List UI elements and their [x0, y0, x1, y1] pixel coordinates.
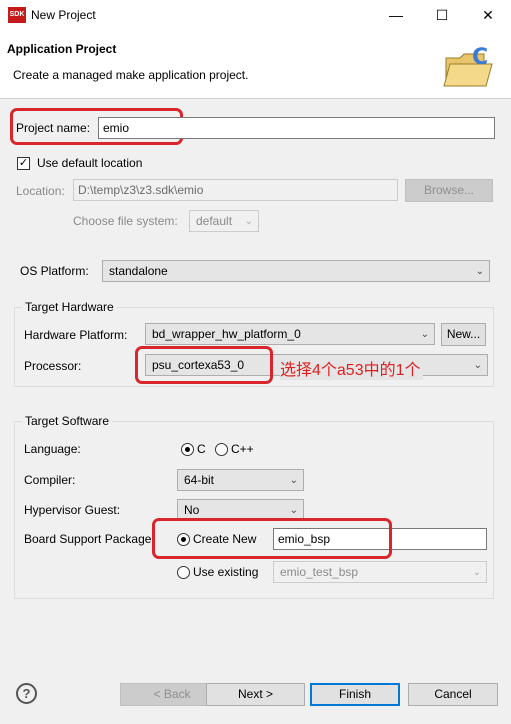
chevron-down-icon: ⌄ — [244, 216, 253, 227]
sdk-app-icon: SDK — [8, 7, 26, 23]
svg-text:C: C — [472, 45, 488, 70]
chevron-down-icon: ⌄ — [420, 329, 429, 340]
hypervisor-value: No — [184, 503, 200, 517]
os-platform-select[interactable]: standalone ⌄ — [102, 260, 490, 282]
hardware-platform-select[interactable]: bd_wrapper_hw_platform_0 ⌄ — [145, 323, 435, 345]
use-existing-bsp-radio[interactable] — [177, 566, 190, 579]
location-input[interactable]: D:\temp\z3\z3.sdk\emio — [73, 179, 398, 201]
next-button[interactable]: Next > — [206, 683, 305, 706]
language-cpp-radio[interactable] — [215, 443, 228, 456]
existing-bsp-select[interactable]: emio_test_bsp ⌄ — [273, 561, 487, 583]
finish-button[interactable]: Finish — [310, 683, 400, 706]
page-subtitle: Create a managed make application projec… — [13, 68, 249, 82]
c-project-folder-icon: C — [440, 40, 498, 92]
os-platform-label: OS Platform: — [20, 264, 89, 278]
language-label: Language: — [24, 442, 81, 456]
hypervisor-label: Hypervisor Guest: — [24, 503, 121, 517]
checkmark-icon: ✓ — [18, 157, 29, 169]
compiler-value: 64-bit — [184, 473, 215, 487]
language-c-label: C — [197, 442, 206, 456]
bsp-label: Board Support Package: — [24, 532, 155, 546]
language-c-radio[interactable] — [181, 443, 194, 456]
processor-label: Processor: — [24, 359, 82, 373]
language-cpp-label: C++ — [231, 442, 254, 456]
chevron-down-icon: ⌄ — [472, 567, 481, 578]
project-name-input[interactable]: emio — [98, 117, 495, 139]
compiler-select[interactable]: 64-bit ⌄ — [177, 469, 304, 491]
processor-annotation: 选择4个a53中的1个 — [280, 356, 423, 380]
maximize-button[interactable]: ☐ — [419, 0, 465, 31]
minimize-button[interactable]: — — [373, 0, 419, 31]
use-default-location-label: Use default location — [37, 156, 143, 170]
file-system-label: Choose file system: — [73, 214, 178, 228]
location-label: Location: — [16, 184, 65, 198]
chevron-down-icon: ⌄ — [473, 360, 482, 371]
chevron-down-icon: ⌄ — [289, 505, 298, 516]
chevron-down-icon: ⌄ — [289, 475, 298, 486]
file-system-value: default — [196, 214, 233, 228]
new-hardware-platform-button[interactable]: New... — [441, 323, 486, 346]
os-platform-value: standalone — [109, 264, 168, 278]
chevron-down-icon: ⌄ — [475, 266, 484, 277]
cancel-button[interactable]: Cancel — [408, 683, 498, 706]
hardware-platform-label: Hardware Platform: — [24, 328, 128, 342]
target-software-title: Target Software — [22, 414, 113, 428]
help-icon[interactable]: ? — [16, 683, 37, 704]
project-name-label: Project name: — [16, 121, 91, 135]
existing-bsp-value: emio_test_bsp — [280, 565, 359, 579]
close-button[interactable]: ✕ — [465, 0, 511, 31]
file-system-select[interactable]: default ⌄ — [189, 210, 259, 232]
hardware-platform-value: bd_wrapper_hw_platform_0 — [152, 327, 301, 341]
page-title: Application Project — [7, 42, 117, 56]
target-hardware-title: Target Hardware — [22, 300, 117, 314]
browse-button[interactable]: Browse... — [405, 179, 493, 202]
use-existing-bsp-label: Use existing — [193, 565, 259, 579]
window-title: New Project — [31, 8, 96, 22]
bsp-highlight — [152, 518, 392, 559]
compiler-label: Compiler: — [24, 473, 76, 487]
processor-highlight — [135, 346, 273, 384]
use-default-location-checkbox[interactable]: ✓ — [17, 157, 30, 170]
